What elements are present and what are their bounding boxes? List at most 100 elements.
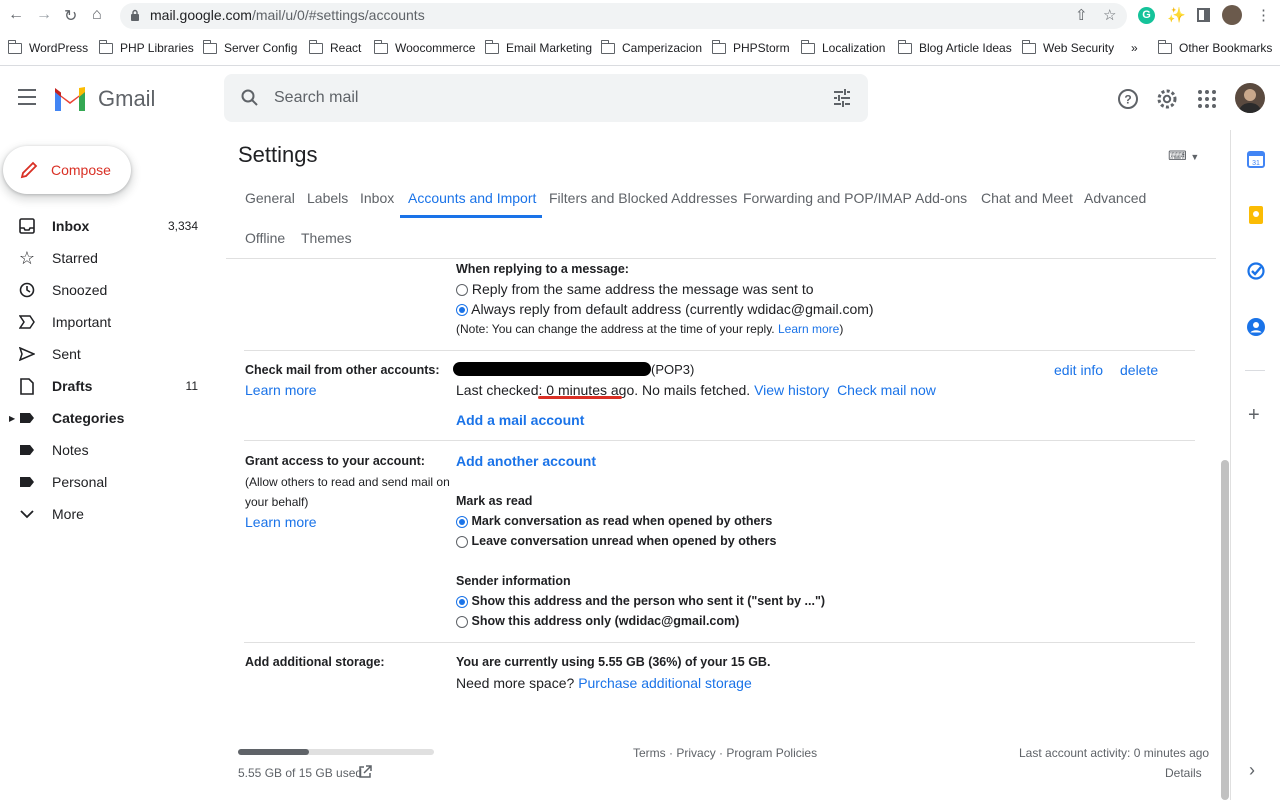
- reply-option-default[interactable]: Always reply from default address (curre…: [456, 301, 874, 317]
- tab-filters[interactable]: Filters and Blocked Addresses: [549, 190, 737, 206]
- chevron-right-icon[interactable]: ›: [1249, 760, 1255, 781]
- sidebar-item-personal[interactable]: Personal: [0, 466, 216, 498]
- contacts-icon[interactable]: [1247, 318, 1265, 336]
- sidebar-item-notes[interactable]: Notes: [0, 434, 216, 466]
- check-mail-learn-more-link[interactable]: Learn more: [245, 382, 317, 398]
- search-icon[interactable]: [240, 88, 260, 108]
- grammarly-extension-icon[interactable]: G: [1138, 7, 1155, 24]
- pencil-icon: [20, 161, 38, 179]
- calendar-icon[interactable]: 31: [1247, 150, 1265, 168]
- add-addon-icon[interactable]: +: [1248, 404, 1260, 427]
- sidebar-item-drafts[interactable]: Drafts 11: [0, 370, 216, 402]
- browser-menu-icon[interactable]: ⋮: [1256, 6, 1271, 24]
- sidebar-item-inbox[interactable]: Inbox 3,334: [0, 210, 216, 242]
- search-options-icon[interactable]: [832, 88, 852, 108]
- account-avatar[interactable]: [1235, 83, 1265, 113]
- tab-labels[interactable]: Labels: [307, 190, 348, 206]
- tab-forwarding[interactable]: Forwarding and POP/IMAP: [743, 190, 912, 206]
- show-sent-by-option[interactable]: Show this address and the person who sen…: [456, 594, 825, 608]
- purchase-storage-link[interactable]: Purchase additional storage: [578, 675, 752, 691]
- gmail-logo-icon[interactable]: [53, 85, 87, 111]
- radio-button[interactable]: [456, 595, 468, 608]
- apps-grid-icon[interactable]: [1195, 87, 1219, 111]
- leave-unread-option[interactable]: Leave conversation unread when opened by…: [456, 534, 776, 548]
- terms-link[interactable]: Terms: [633, 746, 666, 760]
- bookmark-folder[interactable]: Blog Article Ideas: [897, 39, 1012, 55]
- bookmark-folder[interactable]: WordPress: [7, 39, 88, 55]
- tab-chat-and-meet[interactable]: Chat and Meet: [981, 190, 1073, 206]
- details-link[interactable]: Details: [1165, 766, 1202, 780]
- radio-button[interactable]: [456, 515, 468, 528]
- storage-usage-footer: 5.55 GB of 15 GB used: [238, 766, 363, 780]
- tab-inbox[interactable]: Inbox: [360, 190, 394, 206]
- sidebar-item-label: Personal: [52, 474, 108, 490]
- share-icon[interactable]: ⇧: [1075, 6, 1088, 24]
- add-another-account-link[interactable]: Add another account: [456, 453, 596, 469]
- sidebar-item-snoozed[interactable]: Snoozed: [0, 274, 216, 306]
- extensions-puzzle-icon[interactable]: ✨: [1167, 6, 1186, 24]
- other-bookmarks-folder[interactable]: Other Bookmarks: [1157, 39, 1272, 55]
- sidebar-item-starred[interactable]: ☆ Starred: [0, 242, 216, 274]
- caret-down-icon: ▼: [1190, 152, 1200, 162]
- delete-link[interactable]: delete: [1120, 362, 1158, 378]
- tab-offline[interactable]: Offline: [245, 230, 285, 246]
- sidebar-item-categories[interactable]: ▶ Categories: [0, 402, 216, 434]
- check-mail-now-link[interactable]: Check mail now: [837, 382, 936, 398]
- add-mail-account-link[interactable]: Add a mail account: [456, 412, 584, 428]
- radio-button[interactable]: [456, 615, 468, 628]
- radio-button[interactable]: [456, 535, 468, 548]
- profile-avatar-icon[interactable]: [1222, 5, 1242, 25]
- learn-more-link[interactable]: Learn more: [778, 322, 839, 336]
- sidebar-item-label: Inbox: [52, 218, 90, 234]
- bookmark-folder[interactable]: Email Marketing: [484, 39, 592, 55]
- bookmark-folder[interactable]: Server Config: [202, 39, 297, 55]
- bookmarks-overflow-button[interactable]: »: [1131, 41, 1138, 55]
- settings-gear-icon[interactable]: [1155, 87, 1179, 111]
- grant-learn-more-link[interactable]: Learn more: [245, 514, 317, 530]
- scrollbar-thumb[interactable]: [1221, 460, 1229, 800]
- radio-button[interactable]: [456, 284, 468, 297]
- privacy-link[interactable]: Privacy: [676, 746, 715, 760]
- main-menu-icon[interactable]: [18, 89, 36, 105]
- mark-read-option[interactable]: Mark conversation as read when opened by…: [456, 514, 772, 528]
- side-panel-icon[interactable]: [1197, 8, 1210, 22]
- bookmark-label: Blog Article Ideas: [919, 41, 1012, 55]
- external-link-icon[interactable]: [358, 765, 372, 779]
- back-icon[interactable]: ←: [8, 6, 24, 24]
- tab-general[interactable]: General: [245, 190, 295, 206]
- keep-icon[interactable]: [1247, 206, 1265, 224]
- tab-addons[interactable]: Add-ons: [915, 190, 967, 206]
- search-input[interactable]: Search mail: [274, 89, 358, 107]
- compose-button[interactable]: Compose: [3, 146, 131, 194]
- view-history-link[interactable]: View history: [754, 382, 829, 398]
- bookmark-folder[interactable]: Woocommerce: [373, 39, 475, 55]
- radio-button[interactable]: [456, 304, 468, 317]
- bookmark-folder[interactable]: React: [308, 39, 361, 55]
- tab-themes[interactable]: Themes: [301, 230, 352, 246]
- show-address-only-option[interactable]: Show this address only (wdidac@gmail.com…: [456, 614, 739, 628]
- input-tools-button[interactable]: ⌨ ▼: [1168, 148, 1199, 164]
- bookmark-folder[interactable]: PHP Libraries: [98, 39, 194, 55]
- reply-option-same[interactable]: Reply from the same address the message …: [456, 281, 814, 297]
- sidebar-item-sent[interactable]: Sent: [0, 338, 216, 370]
- reload-icon[interactable]: ↻: [64, 6, 77, 26]
- bookmark-folder[interactable]: Web Security: [1021, 39, 1114, 55]
- tab-accounts-and-import[interactable]: Accounts and Import: [408, 190, 536, 206]
- bookmark-folder[interactable]: Localization: [800, 39, 885, 55]
- edit-info-link[interactable]: edit info: [1054, 362, 1103, 378]
- help-icon[interactable]: ?: [1116, 87, 1140, 111]
- sidebar-item-more[interactable]: More: [0, 498, 216, 530]
- bookmark-star-icon[interactable]: ☆: [1103, 6, 1116, 24]
- bookmark-folder[interactable]: Camperizacion: [600, 39, 702, 55]
- tasks-icon[interactable]: [1247, 262, 1265, 280]
- bookmark-folder[interactable]: PHPStorm: [711, 39, 790, 55]
- url-host: mail.google.com: [150, 7, 252, 23]
- radio-label: Mark conversation as read when opened by…: [471, 514, 773, 528]
- tab-advanced[interactable]: Advanced: [1084, 190, 1146, 206]
- sidebar-item-important[interactable]: Important: [0, 306, 216, 338]
- home-icon[interactable]: ⌂: [92, 6, 102, 24]
- expand-arrow-icon[interactable]: ▶: [9, 414, 15, 423]
- sidebar-item-label: Drafts: [52, 378, 93, 394]
- forward-icon[interactable]: →: [36, 6, 52, 24]
- program-policies-link[interactable]: Program Policies: [726, 746, 817, 760]
